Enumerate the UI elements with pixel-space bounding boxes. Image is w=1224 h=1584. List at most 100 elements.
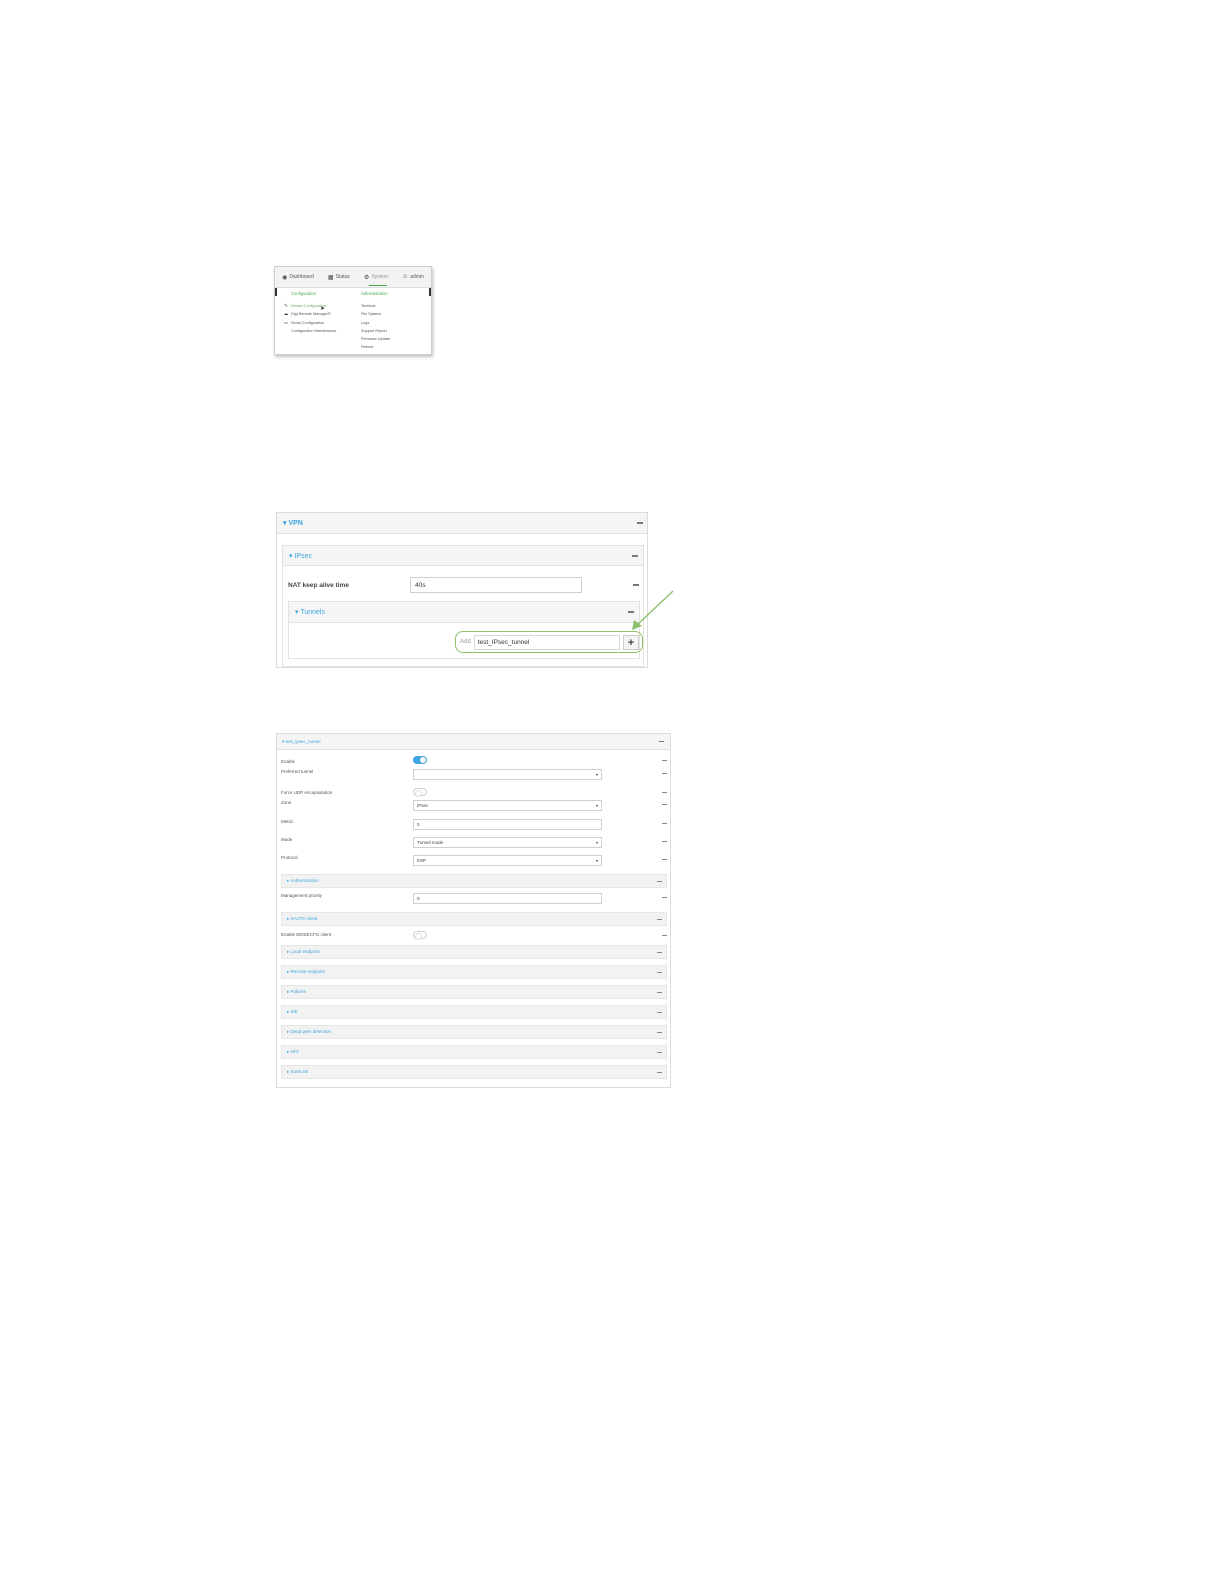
remove-icon[interactable] [662,859,667,860]
xauth-client-section[interactable]: ▸ XAUTH client [281,912,667,926]
remove-icon[interactable] [662,823,667,824]
field-enable-modecfg: Enable MODECFG client [281,931,667,943]
authentication-section[interactable]: ▸ Authentication [281,874,667,888]
ipsec-section-header[interactable]: ▾ IPsec [283,546,643,566]
zone-select[interactable]: IPsec ▾ [413,800,602,811]
cloud-icon: ☁ [283,311,289,317]
wrench-icon: ✎ [284,303,288,308]
dropdown-caret-icon: ▾ [595,803,598,808]
dashboard-icon: ◉ [282,274,288,281]
serial-icon: ▭ [283,319,289,325]
tunnels-title: ▾ Tunnels [295,609,325,616]
remove-icon[interactable] [662,792,667,793]
dropdown-caret-icon: ▾ [595,840,598,845]
administration-underline [369,285,387,286]
enable-toggle[interactable] [413,756,427,764]
collapse-icon[interactable] [657,1011,662,1013]
administration-column: Administration Terminal File System Logs… [361,291,390,352]
menu-item-logs[interactable]: Logs [361,319,390,327]
tunnels-section-header[interactable]: ▾ Tunnels [289,602,639,623]
field-zone: Zone IPsec ▾ [281,800,667,812]
remove-icon[interactable] [662,841,667,842]
user-icon: ☺ [402,274,409,280]
menu-item-file-system[interactable]: File System [361,310,390,318]
add-tunnel-button[interactable]: + [623,634,639,650]
collapse-icon[interactable] [637,522,643,524]
collapse-icon[interactable] [657,951,662,953]
policies-section[interactable]: ▸ Policies [281,985,667,999]
tunnel-settings-screenshot: ▾ test_ipsec_tunnel Enable Preferred tun… [276,733,671,1088]
field-metric: Metric 0 [281,819,667,831]
tunnel-name-input[interactable]: test_IPsec_tunnel [473,634,620,650]
add-label: Add [460,639,471,645]
collapse-icon[interactable] [657,991,662,993]
menu-border-left [275,288,277,296]
field-force-udp: Force UDP encapsulation [281,788,667,800]
field-management-priority: Management priority 0 [281,893,667,905]
menu-item-support-report[interactable]: Support Report [361,327,390,335]
mode-select[interactable]: Tunnel mode ▾ [413,837,602,848]
remote-endpoint-section[interactable]: ▸ Remote endpoint [281,965,667,979]
protocol-select[interactable]: ESP ▾ [413,855,602,866]
nav-status[interactable]: ▦ Status [328,274,350,281]
local-endpoint-section[interactable]: ▸ Local endpoint [281,945,667,959]
mouse-cursor-icon: ➤ [320,306,326,312]
remove-icon[interactable] [662,804,667,805]
ike-section[interactable]: ▸ IKE [281,1005,667,1019]
menu-item-configuration-maintenance[interactable]: Configuration Maintenance [283,327,361,335]
tunnel-section-header[interactable]: ▾ test_ipsec_tunnel [277,734,670,750]
ipsec-title: ▾ IPsec [289,552,312,560]
field-enable: Enable [281,756,667,768]
add-tunnel-group: Add test_IPsec_tunnel + [455,631,643,653]
preferred-tunnel-select[interactable]: ▾ [413,769,602,780]
modecfg-toggle[interactable] [413,931,427,940]
collapse-icon[interactable] [657,971,662,973]
nav-dashboard[interactable]: ◉ Dashboard [282,274,314,281]
remove-icon[interactable] [633,584,639,586]
nat-keep-alive-row: NAT keep alive time 40s [288,576,640,594]
administration-heading: Administration [361,291,388,296]
menu-border-right [429,288,431,296]
vpn-config-screenshot: ▾ VPN ▾ IPsec NAT keep alive time 40s ▾ … [276,512,648,668]
collapse-icon[interactable] [657,1051,662,1053]
tunnels-section: ▾ Tunnels Add test_IPsec_tunnel + [288,601,643,659]
remove-icon[interactable] [662,773,667,774]
nat-keep-alive-label: NAT keep alive time [288,581,349,589]
collapse-icon[interactable] [632,554,638,557]
callout-arrow-icon [632,590,674,630]
dropdown-caret-icon: ▾ [595,858,598,863]
collapse-icon[interactable] [657,918,662,920]
nat-keep-alive-input[interactable]: 40s [410,577,582,593]
system-menu-screenshot: ◉ Dashboard ▦ Status ⚙ System ☺ admin Co… [274,266,432,355]
force-udp-toggle[interactable] [413,788,427,797]
menu-item-reboot[interactable]: Reboot [361,343,390,351]
metric-input[interactable]: 0 [413,819,602,830]
dropdown-caret-icon: ▾ [595,772,598,777]
remove-icon[interactable] [662,760,667,761]
field-protocol: Protocol ESP ▾ [281,855,667,867]
collapse-icon[interactable] [657,880,662,882]
nat-section[interactable]: ▸ NAT [281,1045,667,1059]
collapse-icon[interactable] [657,1071,662,1073]
configuration-column: Configuration ✎ Device Configuration ☁ D… [283,291,361,352]
remove-icon[interactable] [662,897,667,898]
menu-item-serial-configuration[interactable]: ▭ Serial Configuration [283,319,361,327]
ipsec-section: ▾ IPsec NAT keep alive time 40s ▾ Tunnel… [282,545,644,667]
gear-icon: ⚙ [363,274,370,281]
management-priority-input[interactable]: 0 [413,893,602,904]
menu-item-firmware-update[interactable]: Firmware Update [361,335,390,343]
collapse-icon[interactable] [657,1031,662,1033]
configuration-heading: Configuration [291,291,316,296]
collapse-icon[interactable] [659,741,664,742]
field-preferred-tunnel: Preferred tunnel ▾ [281,769,667,781]
nav-system[interactable]: ⚙ System [364,274,388,281]
top-navigation-bar: ◉ Dashboard ▦ Status ⚙ System ☺ admin [275,267,431,288]
remove-icon[interactable] [662,935,667,936]
dead-peer-detection-section[interactable]: ▸ Dead peer detection [281,1025,667,1039]
vpn-section-header[interactable]: ▾ VPN [277,513,647,534]
surelink-section[interactable]: ▸ SureLink [281,1065,667,1079]
grid-icon: ▦ [327,274,334,281]
nav-admin[interactable]: ☺ admin [402,274,424,280]
menu-item-terminal[interactable]: Terminal [361,302,390,310]
system-dropdown: Configuration ✎ Device Configuration ☁ D… [275,288,431,352]
